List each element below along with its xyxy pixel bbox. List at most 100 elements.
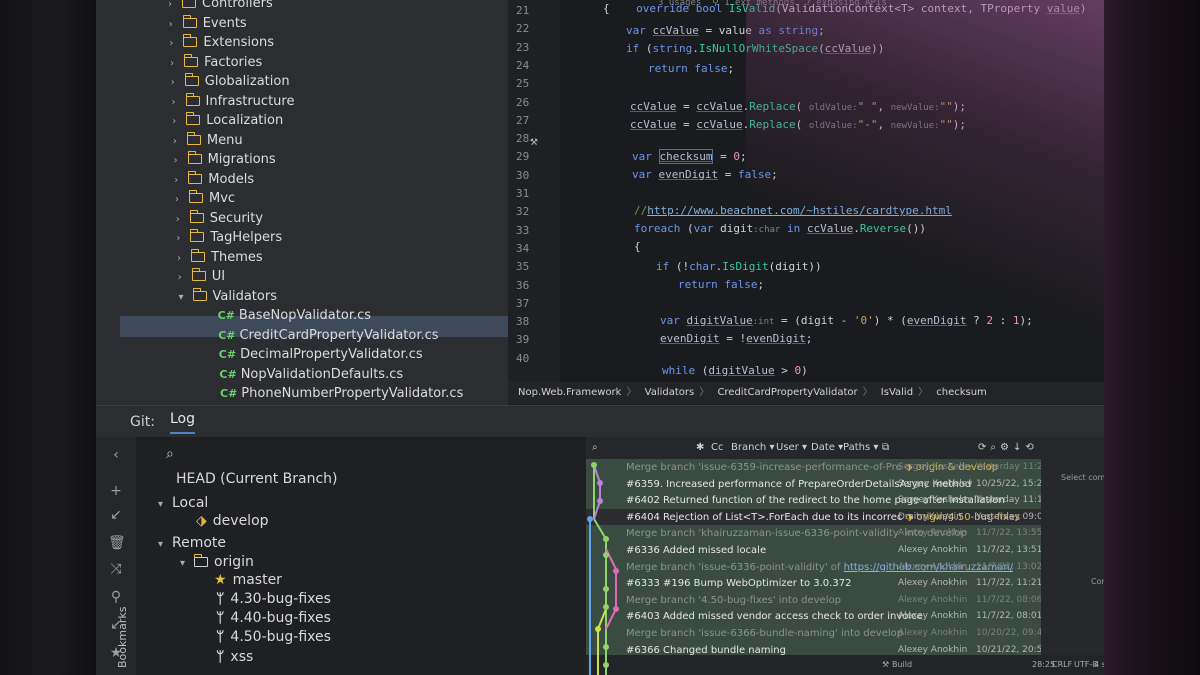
commit-author: Alexey Anokhin bbox=[898, 528, 968, 539]
tree-item[interactable]: › Infrastructure bbox=[172, 92, 294, 112]
tree-item[interactable]: C# CreditCardPropertyValidator.cs bbox=[218, 326, 438, 345]
checkout-icon[interactable]: ↙ bbox=[108, 507, 124, 523]
commit-message: #6333 #196 Bump WebOptimizer to 3.0.372 bbox=[626, 578, 852, 590]
chevron-right-icon[interactable]: › bbox=[174, 171, 188, 190]
date-filter[interactable]: Date ▾ bbox=[811, 437, 843, 459]
chevron-right-icon[interactable]: › bbox=[178, 268, 192, 287]
tree-item[interactable]: C# PhoneNumberPropertyValidator.cs bbox=[220, 384, 463, 403]
local-group[interactable]: ▾ Local bbox=[158, 495, 208, 511]
tree-item[interactable]: › Controllers bbox=[168, 0, 273, 13]
chevron-right-icon[interactable]: › bbox=[176, 229, 190, 248]
merge-icon[interactable]: ⤨ bbox=[108, 561, 124, 577]
tree-item[interactable]: › Menu bbox=[173, 131, 243, 150]
match-case-toggle[interactable]: Cc bbox=[711, 437, 723, 459]
tree-item[interactable]: C# NopValidationDefaults.cs bbox=[219, 365, 403, 384]
tree-item[interactable]: › Themes bbox=[177, 248, 263, 267]
log-row[interactable]: #6403 Added missed vendor access check t… bbox=[586, 608, 1041, 626]
folder-icon bbox=[186, 131, 201, 145]
log-row[interactable]: Merge branch 'khairuzzaman-issue-6336-po… bbox=[586, 525, 1041, 543]
chevron-right-icon[interactable]: › bbox=[170, 54, 184, 73]
tree-item[interactable]: › Mvc bbox=[175, 189, 235, 208]
folder-icon bbox=[192, 287, 207, 301]
search-icon[interactable]: ⚲ bbox=[108, 589, 124, 605]
chevron-right-icon[interactable]: › bbox=[172, 112, 186, 131]
add-icon[interactable]: + bbox=[108, 483, 124, 499]
back-arrow-icon[interactable]: ‹ bbox=[108, 447, 124, 463]
breadcrumb-item[interactable]: CreditCardPropertyValidator bbox=[717, 387, 857, 398]
branch-search-icon[interactable]: ⌕ bbox=[166, 446, 174, 462]
branch-xss[interactable]: ᛘ xss bbox=[216, 649, 253, 665]
tree-item[interactable]: › Localization bbox=[172, 111, 283, 130]
tree-item[interactable]: › TagHelpers bbox=[176, 228, 282, 247]
build-icon[interactable]: ⚒ bbox=[882, 655, 889, 675]
chevron-right-icon[interactable]: › bbox=[169, 15, 183, 34]
tree-item[interactable]: › Globalization bbox=[171, 72, 290, 91]
paths-filter[interactable]: Paths ▾ bbox=[843, 437, 878, 459]
log-row[interactable]: #6402 Returned function of the redirect … bbox=[586, 492, 1041, 510]
log-row[interactable]: Merge branch 'issue-6336-point-validity'… bbox=[586, 558, 1041, 576]
tree-item[interactable]: › Models bbox=[174, 170, 254, 189]
breadcrumb: Nop.Web.Framework 〉 Validators 〉 CreditCar… bbox=[508, 382, 1106, 404]
commit-author: Sergey Koshelev bbox=[898, 478, 973, 489]
hammer-icon[interactable]: ⚒ bbox=[530, 134, 538, 149]
tree-item[interactable]: › Extensions bbox=[169, 33, 274, 52]
log-row[interactable]: Merge branch 'issue-6359-increase-perfor… bbox=[586, 459, 1041, 476]
log-row[interactable]: #6333 #196 Bump WebOptimizer to 3.0.372 A… bbox=[586, 575, 1041, 593]
commit-graph bbox=[587, 462, 619, 675]
tree-item[interactable]: › Migrations bbox=[174, 150, 276, 169]
tree-item[interactable]: › UI bbox=[178, 267, 225, 286]
chevron-down-icon[interactable]: ▾ bbox=[179, 288, 193, 307]
head-branch[interactable]: HEAD (Current Branch) bbox=[176, 471, 338, 487]
breadcrumb-item[interactable]: Nop.Web.Framework bbox=[518, 387, 621, 398]
chevron-right-icon[interactable]: › bbox=[172, 93, 186, 112]
chevron-right-icon[interactable]: › bbox=[168, 0, 182, 14]
origin-group[interactable]: ▾ origin bbox=[180, 554, 254, 570]
branch-master[interactable]: ★ master bbox=[214, 572, 282, 588]
tree-item[interactable]: › Events bbox=[169, 14, 247, 33]
tab-log[interactable]: Log bbox=[170, 406, 196, 434]
breadcrumb-item[interactable]: Validators bbox=[645, 387, 695, 398]
log-row[interactable]: #6404 Rejection of List<T>.ForEach due t… bbox=[586, 509, 1041, 526]
branch-4-50-bug-fixes[interactable]: ᛘ 4.50-bug-fixes bbox=[216, 629, 331, 645]
commit-author: Alexey Anokhin bbox=[898, 578, 968, 589]
log-row[interactable]: Merge branch '4.50-bug-fixes' into devel… bbox=[586, 591, 1041, 609]
tree-item[interactable]: C# DecimalPropertyValidator.cs bbox=[219, 345, 423, 364]
branch-4-30-bug-fixes[interactable]: ᛘ 4.30-bug-fixes bbox=[216, 591, 331, 607]
breadcrumb-item[interactable]: checksum bbox=[936, 387, 987, 398]
line-number: 21 bbox=[516, 4, 530, 17]
chevron-right-icon[interactable]: › bbox=[171, 73, 185, 92]
bookmarks-tab[interactable]: Bookmarks bbox=[116, 607, 129, 668]
branch-filter[interactable]: Branch ▾ bbox=[731, 437, 774, 459]
line-separator[interactable]: CRLF bbox=[1052, 655, 1072, 675]
log-toolbar-icons[interactable]: ⟳⌕⚙↓⟲ bbox=[978, 437, 1038, 459]
chevron-right-icon[interactable]: › bbox=[177, 249, 191, 268]
tree-item[interactable]: ▾ Validators bbox=[179, 287, 277, 306]
delete-icon[interactable]: 🗑 bbox=[108, 535, 126, 551]
chevron-right-icon[interactable]: › bbox=[175, 190, 189, 209]
chevron-right-icon[interactable]: › bbox=[174, 151, 188, 170]
build-label[interactable]: Build bbox=[892, 655, 912, 675]
commit-author: Alexey Anokhin bbox=[898, 561, 968, 572]
tree-item[interactable]: C# BaseNopValidator.cs bbox=[218, 306, 371, 325]
log-row[interactable]: Merge branch 'issue-6366-bundle-naming' … bbox=[586, 625, 1041, 642]
code-editor[interactable]: 21 22 23 24 25 26 27 28 29 30 31 32 33 34 35 36 37 38 39 40… bbox=[508, 0, 1106, 382]
branch-icon: ᛘ bbox=[216, 591, 225, 607]
user-filter[interactable]: User ▾ bbox=[776, 437, 807, 459]
regex-icon[interactable]: ✱ bbox=[696, 437, 704, 459]
project-tree: › Controllers › Events › Extensions › Factories… bbox=[96, 0, 508, 405]
branch-develop[interactable]: ⬗ develop bbox=[196, 513, 269, 529]
chevron-right-icon[interactable]: › bbox=[169, 34, 183, 53]
log-row[interactable]: #6336 Added missed locale Alexey Anokhin 1… bbox=[586, 542, 1041, 559]
log-row[interactable]: #6359. Increased performance of PrepareO… bbox=[586, 475, 1041, 493]
tree-item[interactable]: › Security bbox=[176, 209, 263, 228]
tree-item[interactable]: › Factories bbox=[170, 53, 262, 72]
remote-group[interactable]: ▾ Remote bbox=[158, 535, 226, 551]
chevron-right-icon[interactable]: › bbox=[173, 132, 187, 151]
open-new-tab-icon[interactable]: ⧉ bbox=[882, 437, 889, 459]
branch-4-40-bug-fixes[interactable]: ᛘ 4.40-bug-fixes bbox=[216, 610, 331, 626]
branch-label: master bbox=[232, 572, 282, 588]
chevron-right-icon[interactable]: › bbox=[176, 210, 190, 229]
tree-item-label: TagHelpers bbox=[210, 230, 283, 245]
log-search-icon[interactable]: ⌕ bbox=[592, 437, 598, 459]
breadcrumb-item[interactable]: IsValid bbox=[881, 387, 913, 398]
